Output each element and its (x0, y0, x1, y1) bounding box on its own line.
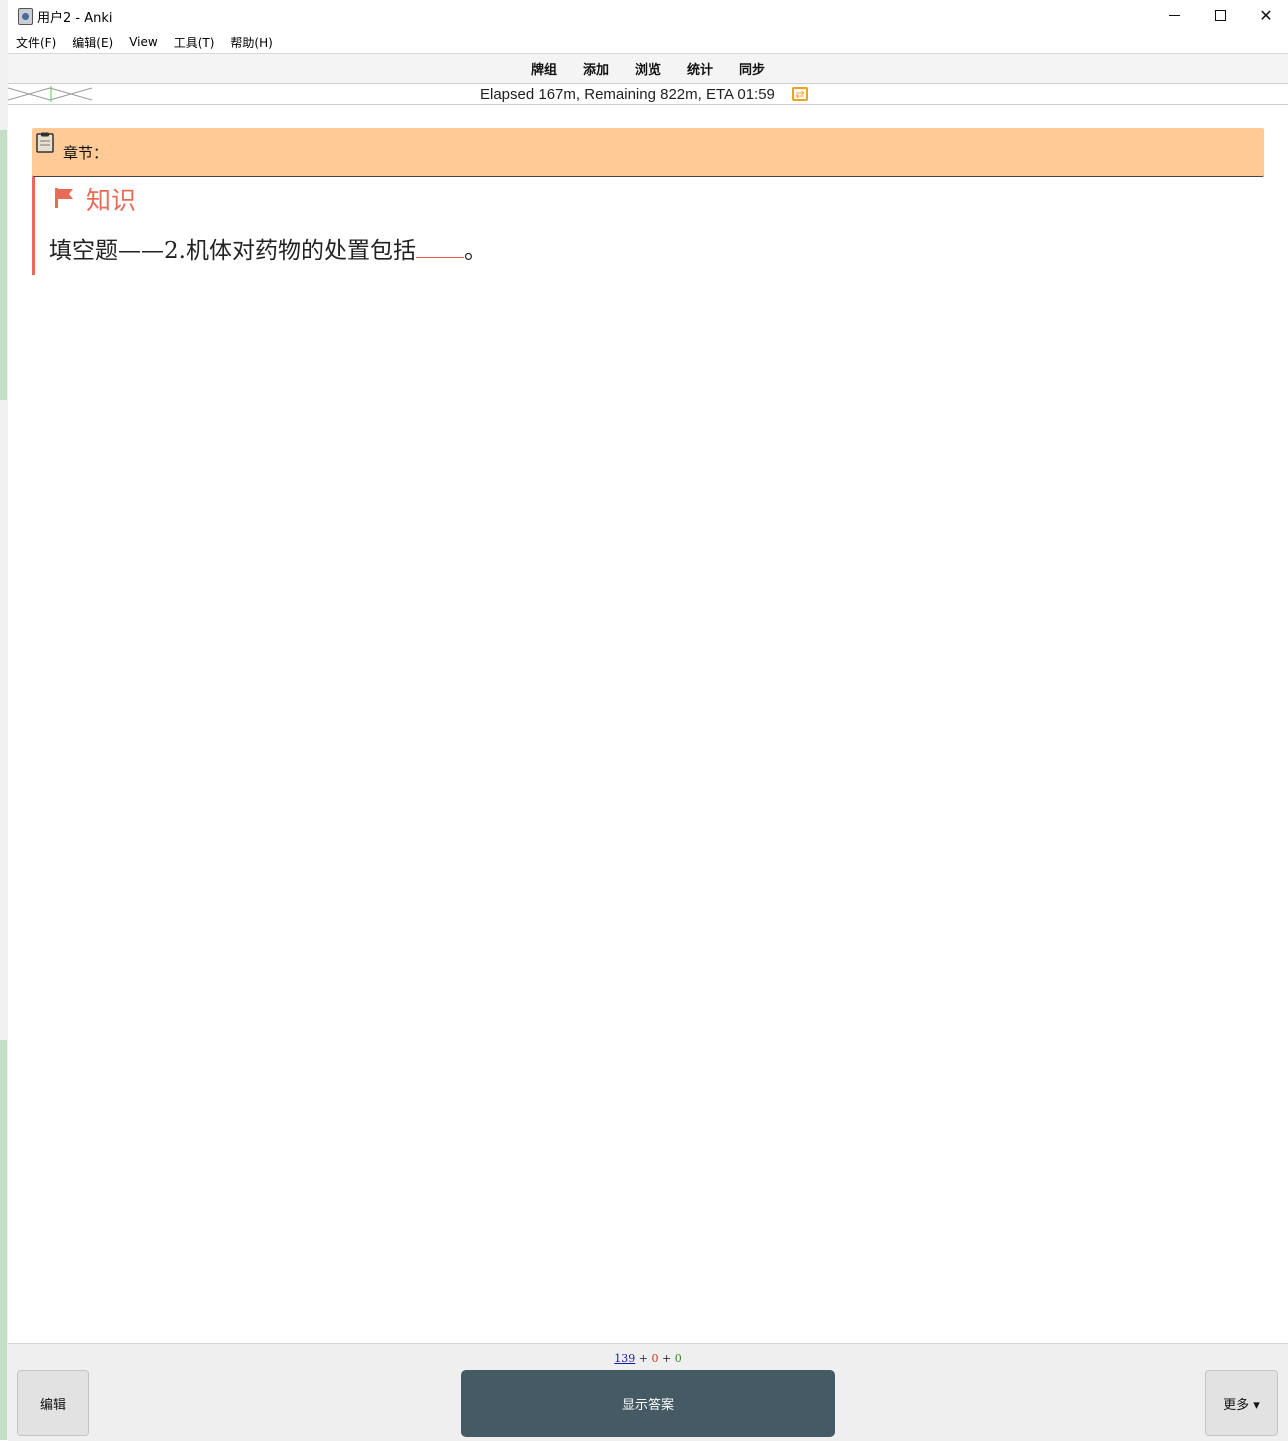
close-icon: ✕ (1259, 5, 1273, 25)
sync-icon[interactable]: ⇄ (792, 87, 808, 101)
menu-bar: 文件(F) 编辑(E) View 工具(T) 帮助(H) (8, 31, 1288, 54)
background-green-block (0, 1040, 7, 1440)
clipboard-icon (36, 132, 54, 153)
menu-help[interactable]: 帮助(H) (222, 34, 280, 51)
anki-app-icon (18, 8, 33, 25)
minimize-button[interactable] (1151, 0, 1197, 30)
maximize-button[interactable] (1197, 0, 1243, 30)
knowledge-section: 知识 填空题——2.机体对药物的处置包括 。 (32, 177, 1264, 275)
learn-count: 0 (651, 1352, 659, 1365)
progress-graph-icon (8, 86, 92, 102)
cloze-blank (415, 231, 464, 258)
toolbar-decks[interactable]: 牌组 (531, 59, 557, 78)
window-title: 用户2 - Anki (37, 11, 113, 26)
menu-tools[interactable]: 工具(T) (166, 34, 223, 51)
title-bar: 用户2 - Anki ✕ (8, 0, 1288, 31)
question-body: 填空题——2.机体对药物的处置包括 (49, 238, 416, 264)
main-toolbar: 牌组 添加 浏览 统计 同步 (8, 54, 1288, 84)
menu-view[interactable]: View (121, 35, 165, 49)
flag-icon (55, 188, 73, 208)
card-content: 章节： 知识 填空题——2.机体对药物的处置包括 。 (32, 128, 1264, 275)
maximize-icon (1214, 9, 1226, 21)
toolbar-browse[interactable]: 浏览 (635, 59, 661, 78)
anki-window: 用户2 - Anki ✕ 文件(F) 编辑(E) View 工具(T) 帮助(H… (8, 0, 1288, 1441)
count-separator: + (638, 1352, 648, 1365)
close-button[interactable]: ✕ (1243, 0, 1288, 30)
background-green-block (0, 130, 7, 400)
edit-button[interactable]: 编辑 (17, 1370, 89, 1436)
progress-status-bar: Elapsed 167m, Remaining 822m, ETA 01:59 … (8, 84, 1288, 105)
menu-file[interactable]: 文件(F) (8, 34, 64, 51)
toolbar-stats[interactable]: 统计 (687, 59, 713, 78)
knowledge-title: 知识 (86, 186, 137, 215)
chapter-label: 章节： (63, 144, 109, 162)
card-counts: 139 + 0 + 0 (8, 1352, 1288, 1365)
review-count: 0 (674, 1352, 682, 1365)
more-button[interactable]: 更多 ▾ (1205, 1370, 1278, 1436)
minimize-icon (1168, 14, 1180, 16)
reviewer-bottom-bar: 139 + 0 + 0 编辑 显示答案 更多 ▾ (8, 1343, 1288, 1441)
question-text: 填空题——2.机体对药物的处置包括 。 (49, 231, 487, 265)
count-separator: + (662, 1352, 672, 1365)
chapter-header: 章节： (32, 128, 1264, 177)
toolbar-add[interactable]: 添加 (583, 59, 609, 78)
toolbar-sync[interactable]: 同步 (739, 59, 765, 78)
question-end: 。 (463, 238, 487, 264)
elapsed-remaining-text: Elapsed 167m, Remaining 822m, ETA 01:59 (480, 86, 775, 103)
show-answer-button[interactable]: 显示答案 (461, 1370, 835, 1437)
new-count[interactable]: 139 (614, 1352, 635, 1365)
menu-edit[interactable]: 编辑(E) (64, 34, 121, 51)
